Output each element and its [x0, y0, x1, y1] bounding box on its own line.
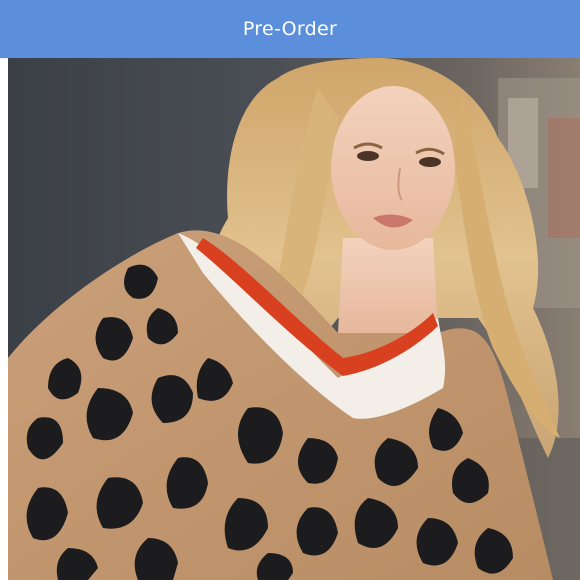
product-photo[interactable]: [8, 58, 580, 580]
listing-image-frame: Pre-Order: [0, 0, 580, 580]
photo-image-icon: [8, 58, 580, 580]
pre-order-banner[interactable]: Pre-Order: [0, 0, 580, 58]
pre-order-label: Pre-Order: [242, 18, 338, 40]
